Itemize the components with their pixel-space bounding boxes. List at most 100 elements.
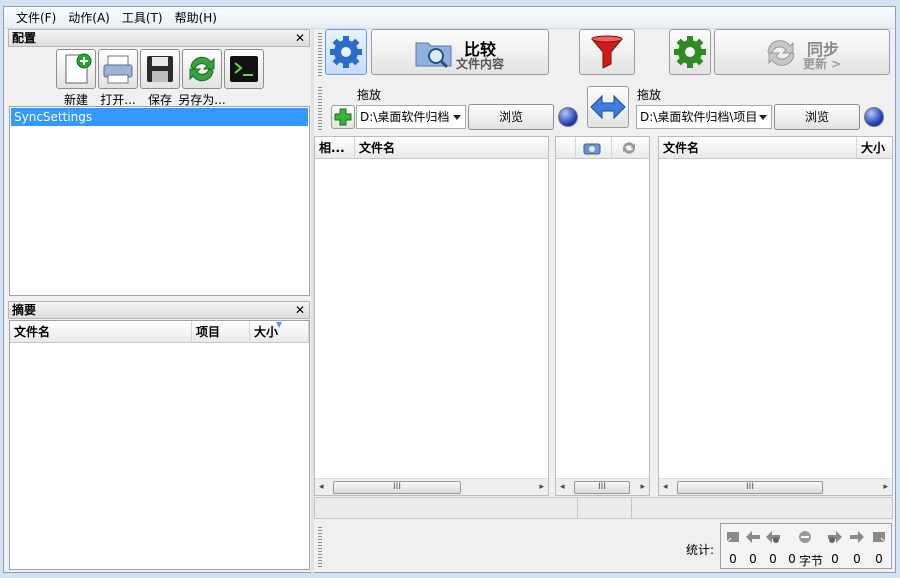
- right-update-icon: [850, 531, 864, 543]
- sync-variant: 更新 >: [803, 57, 842, 71]
- stat-left-create: 0: [729, 552, 737, 566]
- left-grid-scroll-thumb[interactable]: III: [333, 481, 461, 494]
- summary-panel-title: 摘要: [12, 303, 37, 317]
- save-config-button[interactable]: [140, 49, 180, 89]
- compare-settings-button[interactable]: [325, 29, 367, 75]
- add-folder-pair-button[interactable]: [331, 105, 355, 129]
- blue-gear-icon: [330, 36, 362, 68]
- scroll-right-icon[interactable]: ▸: [539, 482, 544, 492]
- save-as-sync-icon: [189, 56, 215, 82]
- chevron-down-icon: [453, 115, 461, 120]
- save-as-config-button[interactable]: [182, 49, 222, 89]
- swap-arrows-icon: [590, 94, 626, 120]
- menu-help[interactable]: 帮助(H): [169, 7, 223, 29]
- summary-col-item[interactable]: 项目: [192, 321, 250, 343]
- filter-button[interactable]: [579, 29, 635, 75]
- middle-col-action[interactable]: [612, 137, 649, 159]
- scroll-left-icon[interactable]: ◂: [560, 482, 565, 492]
- menu-bar: 文件(F) 动作(A) 工具(T) 帮助(H): [4, 7, 895, 29]
- right-col-size[interactable]: 大小: [857, 137, 892, 159]
- left-folder-combo[interactable]: D:\桌面软件归档: [356, 105, 466, 129]
- left-delete-icon: [766, 531, 780, 543]
- middle-col-checkbox[interactable]: [556, 137, 576, 159]
- save-disk-icon: [147, 56, 173, 82]
- folder-row-grip[interactable]: [318, 87, 322, 131]
- filter-funnel-icon: [590, 35, 624, 69]
- status-divider: [631, 498, 632, 518]
- sync-arrows-icon: [767, 40, 795, 66]
- right-drop-label: 拖放: [637, 88, 662, 102]
- folder-search-icon: [415, 42, 452, 69]
- sort-desc-icon: ▼: [276, 320, 283, 329]
- stats-label: 统计:: [686, 543, 715, 557]
- stats-grip[interactable]: [318, 527, 322, 567]
- stat-right-delete: 0: [831, 552, 839, 566]
- middle-grid-scroll-thumb[interactable]: III: [574, 481, 630, 494]
- stat-right-update: 0: [853, 552, 861, 566]
- left-update-icon: [746, 531, 760, 543]
- status-bar: [314, 497, 893, 519]
- summary-close-icon[interactable]: ✕: [295, 302, 305, 318]
- plus-icon: [334, 108, 352, 126]
- bytes-sync-icon: [799, 531, 811, 543]
- sync-settings-button[interactable]: [669, 29, 711, 75]
- summary-col-filename[interactable]: 文件名: [10, 321, 192, 343]
- compare-button[interactable]: 比较 文件内容: [371, 29, 549, 75]
- new-file-icon: [65, 53, 92, 84]
- middle-col-category[interactable]: [576, 137, 612, 159]
- menu-action[interactable]: 动作(A): [62, 7, 116, 29]
- right-create-icon: [873, 532, 886, 543]
- green-gear-icon: [674, 36, 706, 68]
- summary-col-size[interactable]: 大小 ▼: [250, 320, 309, 343]
- config-close-icon[interactable]: ✕: [295, 30, 305, 46]
- right-grid-header: 文件名 大小: [659, 137, 892, 159]
- right-folder-combo[interactable]: D:\桌面软件归档\项目: [636, 105, 772, 129]
- right-delete-icon: [828, 531, 842, 543]
- middle-action-grid: ◂ III ▸: [555, 136, 650, 496]
- left-col-filename[interactable]: 文件名: [355, 137, 548, 159]
- main-window: 文件(F) 动作(A) 工具(T) 帮助(H) 配置 ✕ 新建 打开... 保存…: [3, 6, 896, 573]
- summary-panel-header: 摘要 ✕: [8, 301, 310, 319]
- stat-bytes-unit: 字节: [799, 554, 824, 568]
- right-col-filename[interactable]: 文件名: [659, 137, 857, 159]
- menu-tools[interactable]: 工具(T): [116, 7, 169, 29]
- scroll-right-icon[interactable]: ▸: [640, 482, 645, 492]
- refresh-icon: [623, 142, 635, 154]
- right-folder-path: D:\桌面软件归档\项目: [640, 110, 758, 124]
- stat-right-create: 0: [875, 552, 883, 566]
- open-config-button[interactable]: [98, 49, 138, 89]
- left-grid-header: 相... 文件名: [315, 137, 548, 159]
- middle-grid-header: [556, 137, 649, 159]
- swap-sides-button[interactable]: [587, 86, 629, 128]
- config-list-item[interactable]: SyncSettings: [11, 108, 308, 126]
- scroll-right-icon[interactable]: ▸: [883, 482, 888, 492]
- scroll-left-icon[interactable]: ◂: [663, 482, 668, 492]
- right-grid-scroll-thumb[interactable]: III: [677, 481, 823, 494]
- terminal-icon: [230, 56, 258, 82]
- compare-variant: 文件内容: [456, 57, 505, 71]
- right-browse-button[interactable]: 浏览: [774, 104, 860, 130]
- left-file-grid: 相... 文件名 ◂ III ▸: [314, 136, 549, 496]
- left-browse-button[interactable]: 浏览: [468, 104, 554, 130]
- right-grid-scrollbar[interactable]: ◂ III ▸: [659, 478, 892, 495]
- left-col-relative[interactable]: 相...: [315, 137, 355, 159]
- stat-left-delete: 0: [769, 552, 777, 566]
- scroll-left-icon[interactable]: ◂: [319, 482, 324, 492]
- left-globe-icon[interactable]: [558, 107, 578, 127]
- sync-button[interactable]: 同步 更新 >: [714, 29, 890, 75]
- summary-list: 文件名 项目 大小 ▼: [9, 320, 310, 570]
- summary-col-size-label: 大小: [254, 325, 279, 339]
- toolbar-grip[interactable]: [318, 33, 322, 77]
- terminal-button[interactable]: [224, 49, 264, 89]
- new-config-button[interactable]: [56, 49, 96, 89]
- right-file-grid: 文件名 大小 ◂ III ▸: [658, 136, 893, 496]
- left-create-icon: [726, 532, 739, 543]
- open-printer-icon: [103, 55, 133, 84]
- summary-list-header: 文件名 项目 大小 ▼: [10, 320, 309, 343]
- right-globe-icon[interactable]: [864, 107, 884, 127]
- left-grid-scrollbar[interactable]: ◂ III ▸: [315, 478, 548, 495]
- camera-icon: [583, 143, 601, 155]
- status-divider: [577, 498, 578, 518]
- middle-grid-scrollbar[interactable]: ◂ III ▸: [556, 478, 649, 495]
- menu-file[interactable]: 文件(F): [10, 7, 62, 29]
